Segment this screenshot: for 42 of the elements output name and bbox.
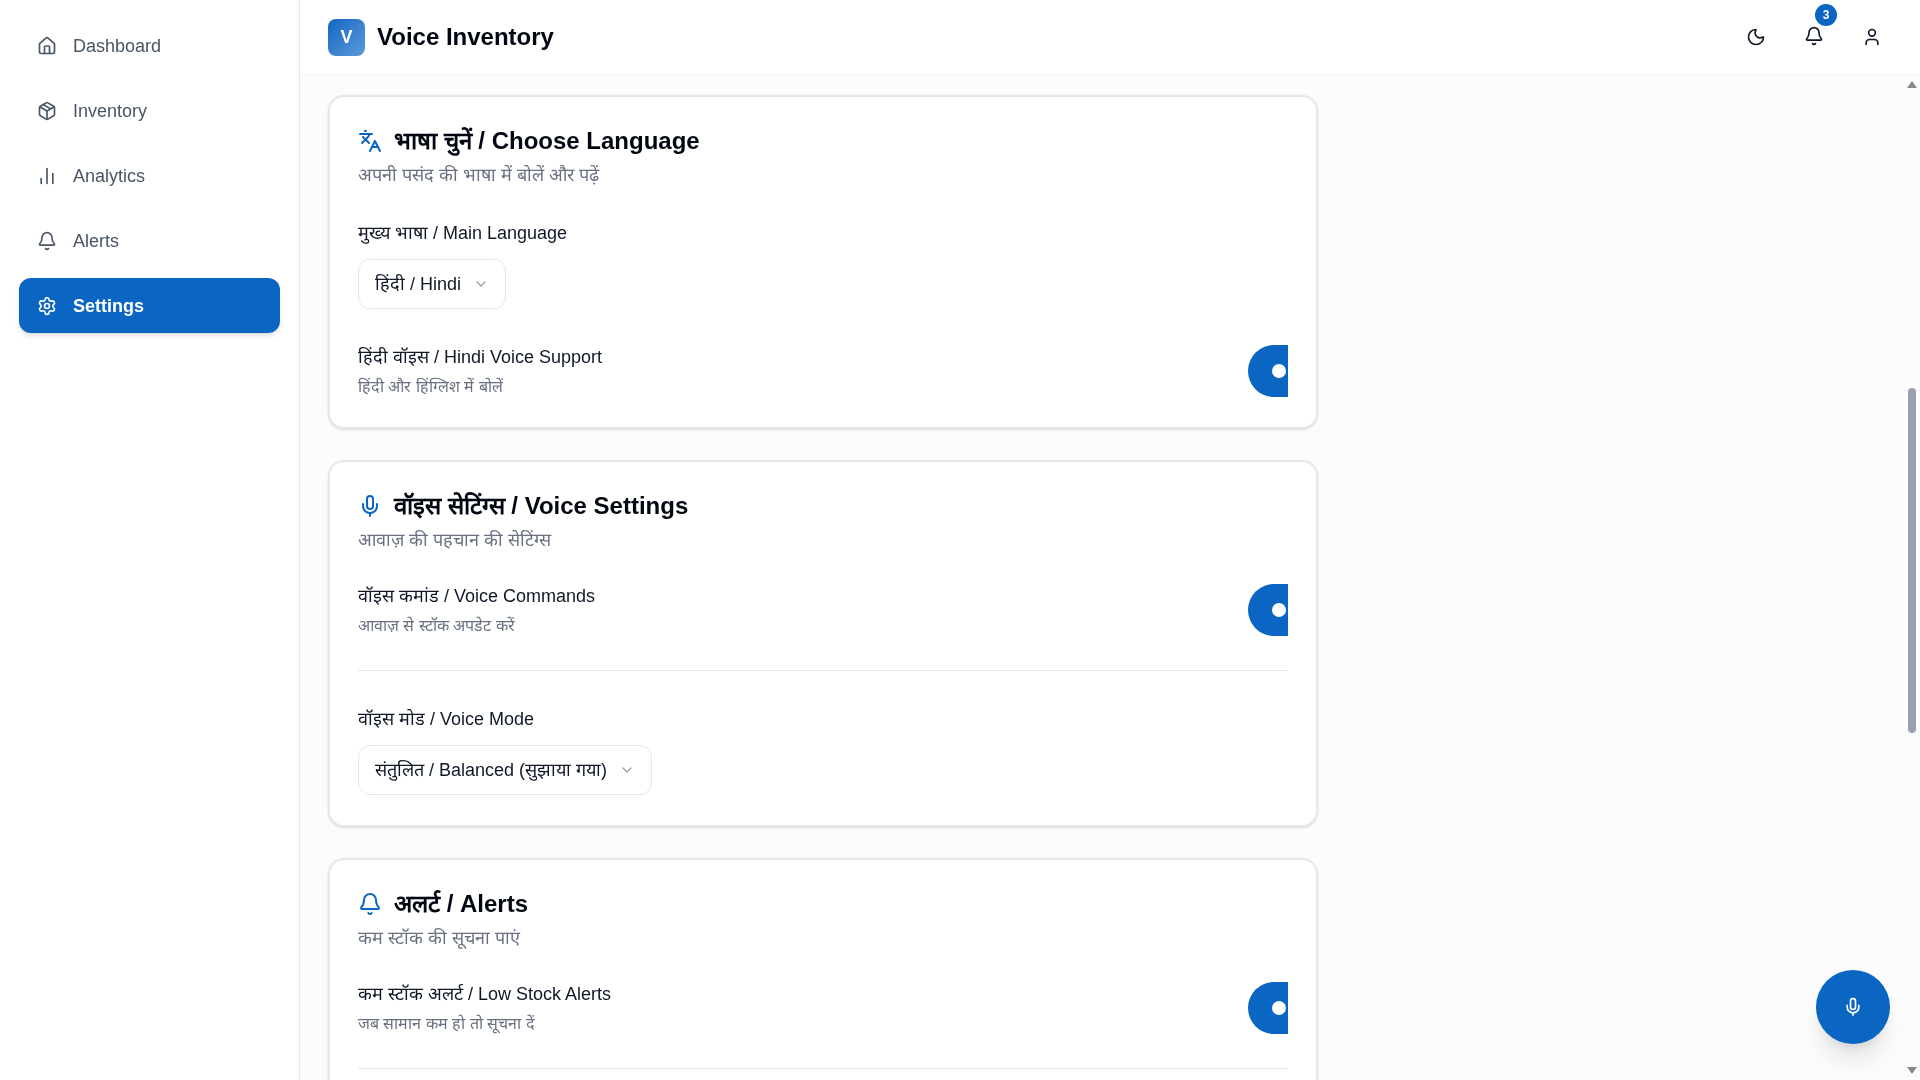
- voice-fab-button[interactable]: [1816, 970, 1890, 1044]
- scroll-up-icon: [1907, 81, 1917, 88]
- toggle-switch[interactable]: [1248, 345, 1288, 397]
- dropdown-select[interactable]: संतुलित / Balanced (सुझाया गया): [358, 745, 653, 795]
- bell-icon: [1804, 25, 1824, 46]
- setting-description: हिंदी और हिंग्लिश में बोलें: [358, 376, 504, 397]
- sidebar-item[interactable]: Analytics: [19, 148, 280, 203]
- user-icon: [1862, 27, 1882, 47]
- app-logo: V: [328, 18, 365, 56]
- setting-description: आवाज़ से स्टॉक अपडेट करें: [358, 615, 516, 636]
- setting-description: जब सामान कम हो तो सूचना दें: [358, 1013, 536, 1036]
- card-subtitle: कम स्टॉक की सूचना पाएं: [358, 927, 522, 951]
- card-subtitle: आवाज़ की पहचान की सेटिंग्स: [358, 529, 553, 552]
- settings-icon: [37, 295, 57, 316]
- field-label: मुख्य भाषा / Main Language: [358, 222, 569, 246]
- dropdown-select[interactable]: हिंदी / Hindi: [358, 259, 507, 309]
- sidebar-item[interactable]: Inventory: [19, 83, 280, 138]
- setting-label: हिंदी वॉइस / Hindi Voice Support: [358, 346, 603, 369]
- app-title: Voice Inventory: [377, 22, 554, 52]
- moon-icon: [1746, 27, 1766, 47]
- card-title: वॉइस सेटिंग्स / Voice Settings: [394, 491, 689, 521]
- scrollbar-thumb[interactable]: [1908, 388, 1916, 733]
- bell-icon: [358, 892, 382, 916]
- bar-chart-icon: [37, 165, 57, 186]
- card-title: अलर्ट / Alerts: [394, 889, 529, 919]
- bell-icon: [37, 230, 57, 251]
- setting-label: कम स्टॉक अलर्ट / Low Stock Alerts: [358, 983, 612, 1006]
- toggle-switch[interactable]: [1248, 584, 1288, 636]
- sidebar-item[interactable]: Settings: [19, 278, 280, 333]
- sidebar-item[interactable]: Alerts: [19, 213, 280, 268]
- translate-icon: [358, 129, 382, 153]
- sidebar-item[interactable]: Dashboard: [19, 18, 280, 73]
- box-icon: [37, 100, 57, 121]
- setting-label: वॉइस कमांड / Voice Commands: [358, 585, 596, 608]
- scroll-down-icon: [1907, 1067, 1917, 1074]
- toggle-switch[interactable]: [1248, 982, 1288, 1034]
- microphone-icon: [1843, 997, 1863, 1017]
- field-label: वॉइस मोड / Voice Mode: [358, 708, 536, 731]
- card-subtitle: अपनी पसंद की भाषा में बोलें और पढ़ें: [358, 164, 601, 187]
- card-title: भाषा चुनें / Choose Language: [394, 126, 700, 157]
- house-icon: [37, 35, 57, 56]
- notification-badge: 3: [1815, 3, 1837, 26]
